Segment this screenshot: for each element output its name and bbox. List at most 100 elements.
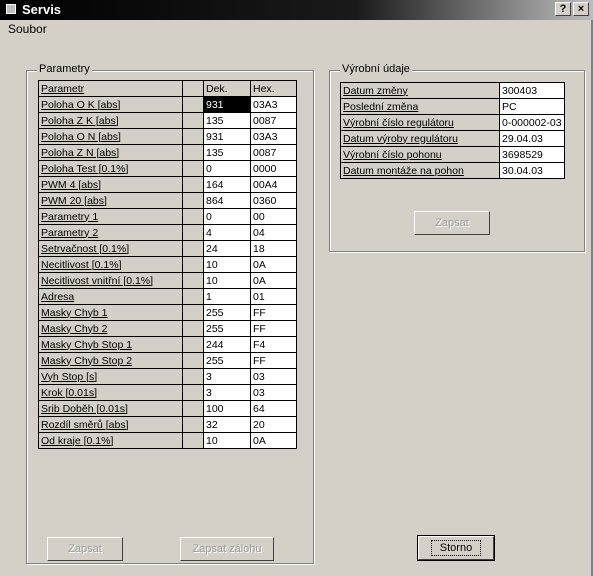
param-hex-cell[interactable]: 20 <box>250 416 297 433</box>
row-spacer <box>182 208 204 225</box>
param-hex-cell[interactable]: FF <box>250 320 297 337</box>
param-dek-cell[interactable]: 135 <box>203 112 251 129</box>
param-hex-cell[interactable]: 00A4 <box>250 176 297 193</box>
table-row: Masky Chyb Stop 2 255 FF <box>38 352 297 369</box>
row-spacer <box>182 368 204 385</box>
param-dek-cell[interactable]: 3 <box>203 368 251 385</box>
row-spacer <box>182 432 204 449</box>
param-dek-cell[interactable]: 10 <box>203 432 251 449</box>
param-hex-cell[interactable]: 03A3 <box>250 128 297 145</box>
param-dek-cell[interactable]: 100 <box>203 400 251 417</box>
param-hex-cell[interactable]: 0000 <box>250 160 297 177</box>
param-name: Poloha O K [abs] <box>38 96 183 113</box>
param-dek-cell[interactable]: 0 <box>203 208 251 225</box>
param-dek-cell[interactable]: 864 <box>203 192 251 209</box>
servis-window: Servis ? × Soubor Parametry Parametr Dek… <box>0 0 593 576</box>
param-dek-cell[interactable]: 4 <box>203 224 251 241</box>
param-name: Masky Chyb 1 <box>38 304 183 321</box>
row-spacer <box>182 320 204 337</box>
param-hex-cell[interactable]: FF <box>250 304 297 321</box>
zapsat-button[interactable]: Zapsat <box>47 537 123 561</box>
param-dek-cell[interactable]: 255 <box>203 320 251 337</box>
storno-button[interactable]: Storno <box>417 535 495 561</box>
production-info-table: Datum změny 300403 Poslední změna PC Výrobní… <box>340 82 565 179</box>
param-hex-cell[interactable]: 03A3 <box>250 96 297 113</box>
param-hex-cell[interactable]: 04 <box>250 224 297 241</box>
param-hex-cell[interactable]: 0A <box>250 256 297 273</box>
info-row: Datum výroby regulátoru 29.04.03 <box>340 130 565 147</box>
info-value[interactable]: 3698529 <box>499 146 565 163</box>
row-spacer <box>182 96 204 113</box>
param-name: Masky Chyb Stop 2 <box>38 352 183 369</box>
param-name: Masky Chyb Stop 1 <box>38 336 183 353</box>
param-hex-cell[interactable]: 18 <box>250 240 297 257</box>
param-hex-cell[interactable]: FF <box>250 352 297 369</box>
param-name: Parametry 2 <box>38 224 183 241</box>
zapsat-zalohu-button[interactable]: Zapsat zálohu <box>180 537 274 561</box>
param-name: Parametry 1 <box>38 208 183 225</box>
param-hex-cell[interactable]: 0360 <box>250 192 297 209</box>
row-spacer <box>182 352 204 369</box>
param-hex-cell[interactable]: F4 <box>250 336 297 353</box>
param-dek-cell[interactable]: 10 <box>203 272 251 289</box>
window-title: Servis <box>22 2 62 17</box>
param-dek-cell[interactable]: 3 <box>203 384 251 401</box>
param-hex-cell[interactable]: 64 <box>250 400 297 417</box>
table-row: Necitlivost vnitřní [0.1%] 10 0A <box>38 272 297 289</box>
param-dek-cell[interactable]: 135 <box>203 144 251 161</box>
table-row: Poloha Test [0.1%] 0 0000 <box>38 160 297 177</box>
info-label: Datum změny <box>340 82 500 99</box>
param-name: Poloha Test [0.1%] <box>38 160 183 177</box>
close-button[interactable]: × <box>573 2 589 16</box>
param-hex-cell[interactable]: 03 <box>250 368 297 385</box>
param-dek-cell[interactable]: 244 <box>203 336 251 353</box>
info-label: Výrobní číslo regulátoru <box>340 114 500 131</box>
table-header-row: Parametr Dek. Hex. <box>38 80 297 97</box>
info-value[interactable]: PC <box>499 98 565 115</box>
param-name: Krok [0.01s] <box>38 384 183 401</box>
info-value[interactable]: 30.04.03 <box>499 162 565 179</box>
param-name: Poloha O N [abs] <box>38 128 183 145</box>
param-dek-cell[interactable]: 32 <box>203 416 251 433</box>
param-hex-cell[interactable]: 01 <box>250 288 297 305</box>
param-hex-cell[interactable]: 0A <box>250 432 297 449</box>
param-dek-cell[interactable]: 24 <box>203 240 251 257</box>
param-name: Srib Doběh [0.01s] <box>38 400 183 417</box>
param-hex-cell[interactable]: 00 <box>250 208 297 225</box>
param-dek-cell[interactable]: 10 <box>203 256 251 273</box>
table-row: Masky Chyb 1 255 FF <box>38 304 297 321</box>
col-header-hex: Hex. <box>250 80 297 97</box>
param-dek-cell[interactable]: 164 <box>203 176 251 193</box>
param-dek-cell[interactable]: 255 <box>203 352 251 369</box>
menu-soubor[interactable]: Soubor <box>8 22 47 36</box>
param-dek-cell[interactable]: 255 <box>203 304 251 321</box>
parametry-group-label: Parametry <box>37 63 92 75</box>
row-spacer <box>182 416 204 433</box>
info-label: Datum montáže na pohon <box>340 162 500 179</box>
param-hex-cell[interactable]: 0A <box>250 272 297 289</box>
param-name: Poloha Z K [abs] <box>38 112 183 129</box>
row-spacer <box>182 336 204 353</box>
info-value[interactable]: 29.04.03 <box>499 130 565 147</box>
param-dek-cell[interactable]: 0 <box>203 160 251 177</box>
col-header-dek: Dek. <box>203 80 251 97</box>
param-dek-cell[interactable]: 931 <box>203 128 251 145</box>
param-hex-cell[interactable]: 0087 <box>250 144 297 161</box>
param-dek-cell[interactable]: 1 <box>203 288 251 305</box>
table-row: Vyh Stop [s] 3 03 <box>38 368 297 385</box>
row-spacer <box>182 176 204 193</box>
info-value[interactable]: 0-000002-03 <box>499 114 565 131</box>
info-label: Datum výroby regulátoru <box>340 130 500 147</box>
row-spacer <box>182 400 204 417</box>
help-button[interactable]: ? <box>555 2 571 16</box>
param-hex-cell[interactable]: 03 <box>250 384 297 401</box>
param-hex-cell[interactable]: 0087 <box>250 112 297 129</box>
info-row: Datum změny 300403 <box>340 82 565 99</box>
info-value[interactable]: 300403 <box>499 82 565 99</box>
zapsat-production-button[interactable]: Zapsat <box>414 211 490 235</box>
table-row: Krok [0.01s] 3 03 <box>38 384 297 401</box>
param-name: Od kraje [0.1%] <box>38 432 183 449</box>
row-spacer <box>182 256 204 273</box>
param-dek-cell[interactable]: 931 <box>203 96 251 113</box>
app-icon <box>6 4 16 14</box>
